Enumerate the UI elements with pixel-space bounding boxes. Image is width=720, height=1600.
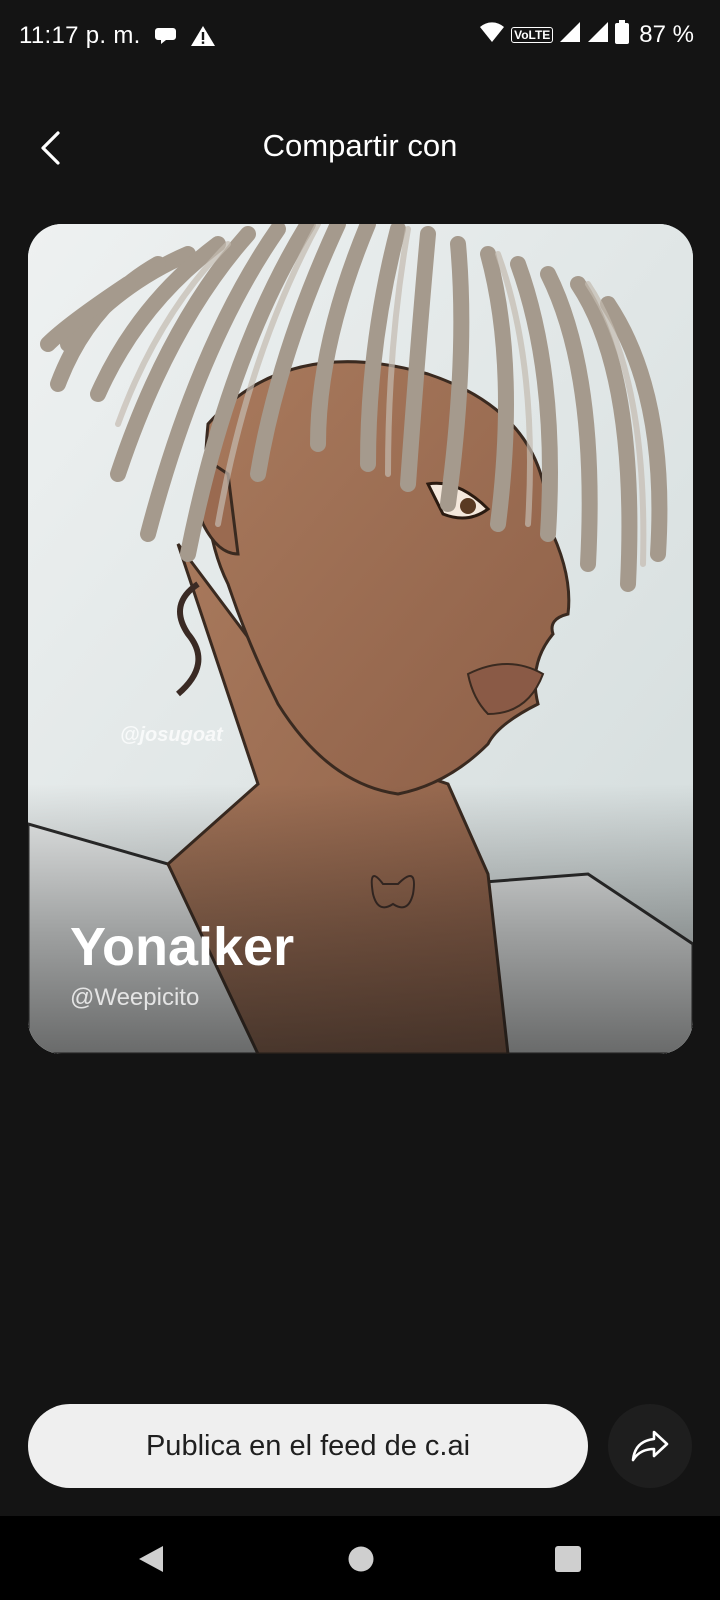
status-notification-icons [154, 24, 216, 53]
publish-feed-button[interactable]: Publica en el feed de c.ai [28, 1404, 588, 1488]
status-bar: 11:17 p. m. VoLTE 87 % [0, 0, 720, 72]
nav-back-button[interactable] [134, 1542, 168, 1576]
character-name: Yonaiker [70, 917, 295, 977]
character-card: @josugoat Yonaiker @Weepicito [28, 224, 693, 1054]
circle-home-icon [348, 1546, 374, 1572]
chat-bubble-icon [154, 25, 178, 52]
creator-handle: @Weepicito [70, 984, 200, 1011]
wifi-icon [479, 21, 505, 48]
status-right-icons: VoLTE 87 % [479, 20, 694, 49]
share-button[interactable] [608, 1404, 692, 1488]
artist-watermark: @josugoat [120, 724, 223, 746]
page-title: Compartir con [262, 128, 458, 163]
share-icon [631, 1430, 669, 1462]
battery-icon [615, 20, 630, 49]
nav-home-button[interactable] [344, 1542, 378, 1576]
signal-icon-2 [587, 21, 609, 48]
battery-percent: 87 % [639, 20, 694, 48]
square-recents-icon [555, 1546, 581, 1572]
header: Compartir con [0, 108, 720, 188]
triangle-back-icon [139, 1546, 163, 1572]
signal-icon [559, 21, 581, 48]
system-nav-bar [0, 1516, 720, 1600]
warning-icon [190, 24, 216, 53]
nav-recents-button[interactable] [551, 1542, 585, 1576]
status-time: 11:17 p. m. [19, 22, 141, 49]
volte-badge: VoLTE [511, 26, 554, 43]
